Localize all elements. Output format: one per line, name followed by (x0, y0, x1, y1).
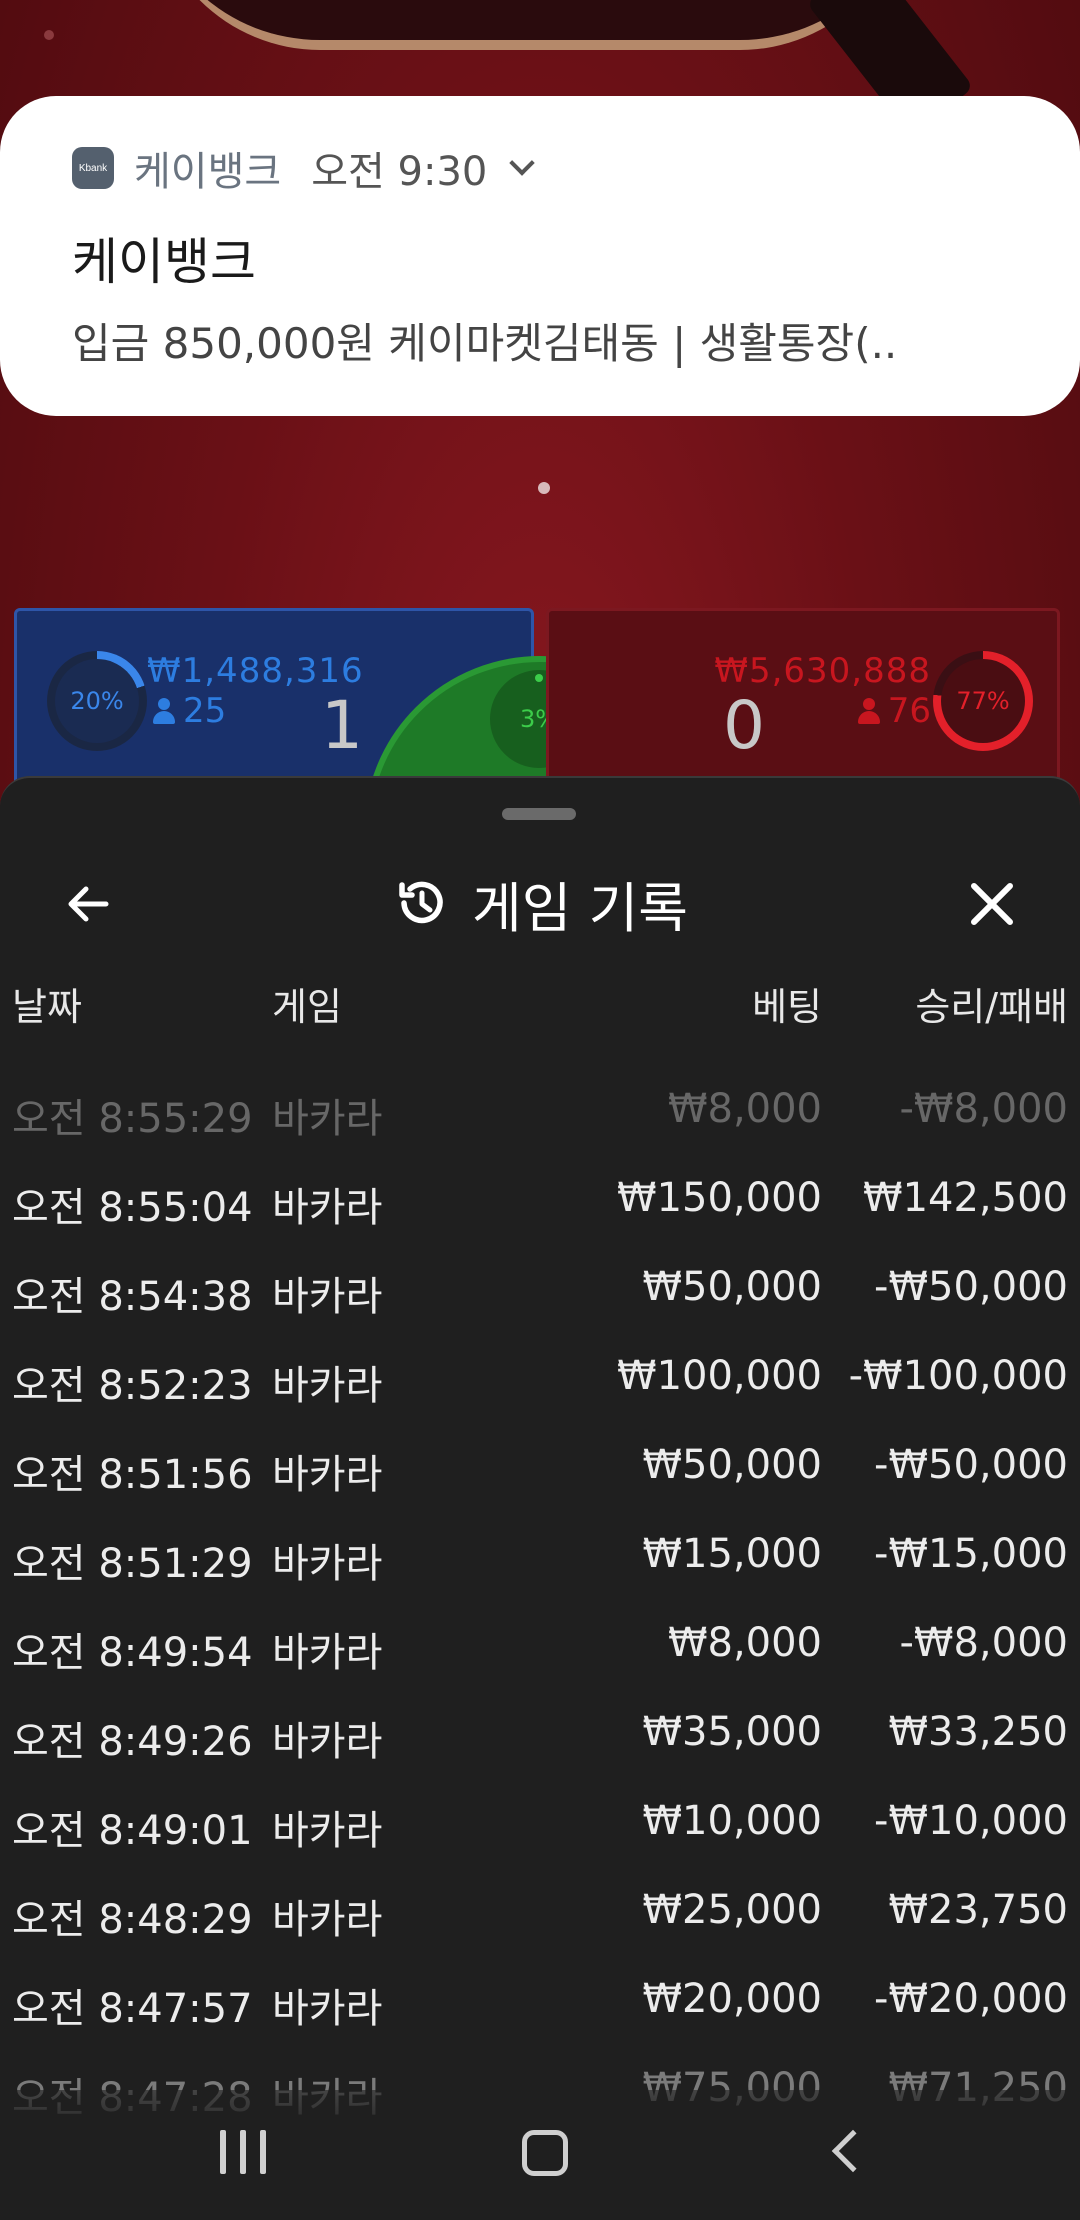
system-nav-bar (0, 2090, 1080, 2220)
player-score: 1 (321, 687, 363, 764)
history-table-header: 날짜 게임 베팅 승리/패배 (0, 976, 1080, 1046)
table-row: 오전 8:49:54 바카라 ₩8,000 -₩8,000 (0, 1602, 1080, 1691)
page-indicator-dot (538, 482, 550, 494)
decor-dot (44, 30, 54, 40)
row-date: 오전 8:55:04 (12, 1185, 253, 1231)
row-date: 오전 8:51:56 (12, 1452, 253, 1498)
row-result: -₩100,000 (848, 1353, 1068, 1399)
row-result: ₩33,250 (888, 1709, 1068, 1755)
table-row: 오전 8:49:01 바카라 ₩10,000 -₩10,000 (0, 1780, 1080, 1869)
sheet-title: 게임 기록 (0, 848, 1080, 958)
row-game: 바카라 (272, 1541, 383, 1587)
sheet-drag-handle[interactable] (502, 808, 576, 820)
banker-total-amount: ₩5,630,888 (714, 651, 931, 691)
row-date: 오전 8:48:29 (12, 1897, 253, 1943)
row-game: 바카라 (272, 1185, 383, 1231)
row-date: 오전 8:52:23 (12, 1363, 253, 1409)
row-date: 오전 8:55:29 (12, 1096, 253, 1142)
person-icon (857, 698, 880, 724)
notification-time: 오전 9:30 (311, 149, 488, 195)
row-date: 오전 8:54:38 (12, 1274, 253, 1320)
row-game: 바카라 (272, 1363, 383, 1409)
row-bet: ₩50,000 (642, 1264, 822, 1310)
banker-score: 0 (723, 687, 765, 764)
row-date: 오전 8:49:01 (12, 1808, 253, 1854)
player-count-value: 25 (183, 691, 227, 731)
notification-app-name: 케이뱅크 (134, 149, 282, 195)
column-bet: 베팅 (752, 985, 822, 1029)
table-row: 오전 8:51:29 바카라 ₩15,000 -₩15,000 (0, 1513, 1080, 1602)
bank-notification[interactable]: Kbank 케이뱅크 오전 9:30 케이뱅크 입금 850,000원 케이마켓… (0, 96, 1080, 416)
nav-back-icon[interactable] (831, 2129, 875, 2173)
row-result: -₩15,000 (874, 1531, 1068, 1577)
notification-body: 입금 850,000원 케이마켓김태동 | 생활통장(.. (72, 319, 898, 368)
table-top-decoration (150, 0, 910, 50)
table-row: 오전 8:55:29 바카라 ₩8,000 -₩8,000 (0, 1068, 1080, 1157)
row-date: 오전 8:49:26 (12, 1719, 253, 1765)
column-game: 게임 (272, 985, 342, 1029)
banker-bettor-count: 76 (857, 691, 931, 731)
row-result: ₩23,750 (888, 1887, 1068, 1933)
table-row: 오전 8:52:23 바카라 ₩100,000 -₩100,000 (0, 1335, 1080, 1424)
home-icon[interactable] (522, 2130, 568, 2176)
banker-percent: 77% (956, 687, 1010, 715)
row-bet: ₩50,000 (642, 1442, 822, 1488)
row-result: -₩8,000 (899, 1086, 1069, 1132)
history-table-body[interactable]: 오전 8:55:29 바카라 ₩8,000 -₩8,000 오전 8:55:04… (0, 1068, 1080, 2136)
row-bet: ₩25,000 (642, 1887, 822, 1933)
table-row: 오전 8:47:57 바카라 ₩20,000 -₩20,000 (0, 1958, 1080, 2047)
row-result: -₩50,000 (874, 1442, 1068, 1488)
column-date: 날짜 (12, 985, 82, 1029)
row-date: 오전 8:49:54 (12, 1630, 253, 1676)
row-result: -₩20,000 (874, 1976, 1068, 2022)
player-bettor-count: 25 (153, 691, 226, 731)
banker-percent-ring: 77% (933, 651, 1033, 751)
table-row: 오전 8:54:38 바카라 ₩50,000 -₩50,000 (0, 1246, 1080, 1335)
chevron-down-icon[interactable] (509, 150, 536, 176)
row-result: -₩8,000 (899, 1620, 1069, 1666)
row-bet: ₩8,000 (667, 1620, 822, 1666)
row-bet: ₩150,000 (617, 1175, 822, 1221)
row-result: -₩50,000 (874, 1264, 1068, 1310)
row-game: 바카라 (272, 1096, 383, 1142)
row-game: 바카라 (272, 1274, 383, 1320)
table-row: 오전 8:51:56 바카라 ₩50,000 -₩50,000 (0, 1424, 1080, 1513)
person-icon (153, 698, 175, 724)
row-game: 바카라 (272, 1808, 383, 1854)
table-row: 오전 8:55:04 바카라 ₩150,000 ₩142,500 (0, 1157, 1080, 1246)
row-game: 바카라 (272, 1630, 383, 1676)
recent-apps-icon[interactable] (220, 2130, 266, 2174)
player-percent-ring: 20% (47, 651, 147, 751)
row-bet: ₩35,000 (642, 1709, 822, 1755)
close-icon (971, 883, 1013, 925)
notification-title: 케이뱅크 (72, 233, 256, 291)
sheet-title-text: 게임 기록 (472, 876, 688, 940)
history-icon (399, 881, 443, 924)
column-win-loss: 승리/패배 (915, 985, 1068, 1029)
row-game: 바카라 (272, 1986, 383, 2032)
row-bet: ₩20,000 (642, 1976, 822, 2022)
row-game: 바카라 (272, 1452, 383, 1498)
player-percent: 20% (70, 687, 124, 715)
close-button[interactable] (962, 874, 1022, 934)
banker-count-value: 76 (887, 691, 931, 731)
row-bet: ₩100,000 (617, 1353, 822, 1399)
row-game: 바카라 (272, 1719, 383, 1765)
player-total-amount: ₩1,488,316 (147, 651, 364, 691)
row-bet: ₩8,000 (667, 1086, 822, 1132)
row-date: 오전 8:47:57 (12, 1986, 253, 2032)
row-bet: ₩15,000 (642, 1531, 822, 1577)
kbank-app-icon: Kbank (72, 147, 114, 189)
notification-header: Kbank 케이뱅크 오전 9:30 (72, 146, 536, 195)
table-row: 오전 8:48:29 바카라 ₩25,000 ₩23,750 (0, 1869, 1080, 1958)
row-result: ₩142,500 (863, 1175, 1068, 1221)
row-bet: ₩10,000 (642, 1798, 822, 1844)
game-history-sheet: 게임 기록 날짜 게임 베팅 승리/패배 오전 8:55:29 바카라 ₩8,0… (0, 776, 1080, 2220)
row-date: 오전 8:51:29 (12, 1541, 253, 1587)
table-row: 오전 8:49:26 바카라 ₩35,000 ₩33,250 (0, 1691, 1080, 1780)
row-result: -₩10,000 (874, 1798, 1068, 1844)
row-game: 바카라 (272, 1897, 383, 1943)
